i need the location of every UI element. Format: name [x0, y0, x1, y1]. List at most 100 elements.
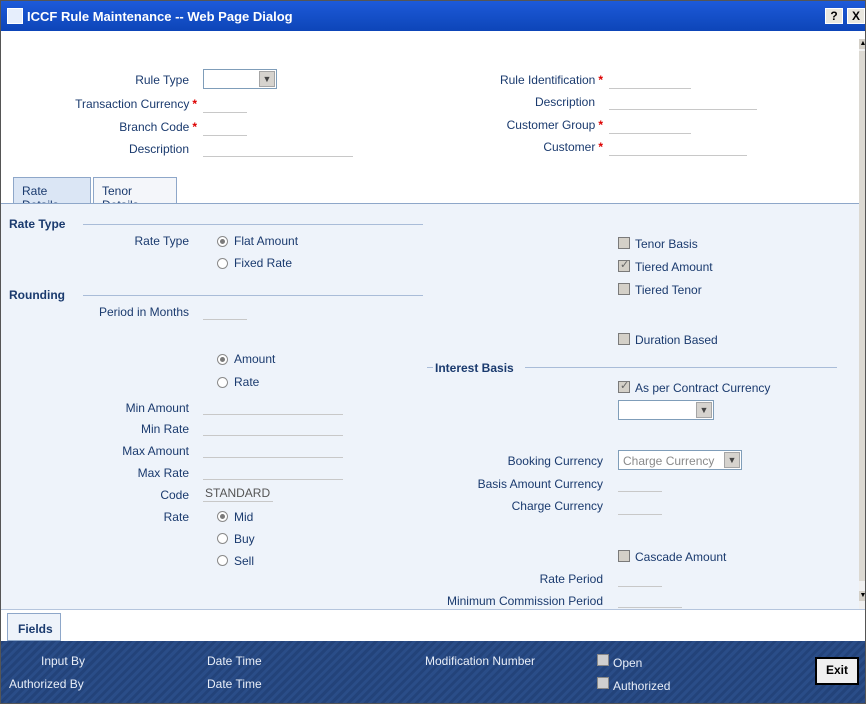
date-time-label: Date Time [207, 654, 262, 668]
scroll-down-arrow-icon[interactable]: ▼ [859, 591, 865, 601]
description2-label: Description [534, 95, 595, 109]
close-button[interactable]: X [847, 8, 865, 24]
as-per-contract-currency-checkbox[interactable] [618, 379, 630, 393]
booking-currency-select[interactable]: Charge Currency ▼ [618, 450, 742, 470]
code-label: Code [160, 488, 189, 502]
dialog-window: ICCF Rule Maintenance -- Web Page Dialog… [0, 0, 866, 704]
branch-code-field[interactable] [203, 118, 247, 136]
transaction-currency-field[interactable] [203, 95, 247, 113]
buy-label: Buy [234, 532, 255, 546]
authorized-label: Authorized [613, 679, 671, 693]
cascade-amount-checkbox[interactable] [618, 550, 630, 562]
tab-bar: Rate Details Tenor Details [1, 177, 859, 212]
help-button[interactable]: ? [825, 8, 843, 24]
basis-amount-currency-field[interactable] [618, 474, 662, 492]
charge-currency-label: Charge Currency [511, 499, 603, 513]
booking-currency-label: Booking Currency [507, 454, 603, 468]
tab-rate-details[interactable]: Rate Details [13, 177, 91, 212]
chevron-down-icon[interactable]: ▼ [696, 402, 712, 418]
open-label: Open [613, 656, 643, 670]
tiered-amount-checkbox[interactable] [618, 258, 630, 272]
rounding-section-title: Rounding [9, 288, 65, 302]
scrollbar-thumb[interactable] [859, 51, 865, 581]
chevron-down-icon[interactable]: ▼ [724, 452, 740, 468]
rate-label: Rate [234, 375, 260, 389]
section-divider [83, 224, 423, 225]
fields-button[interactable]: Fields [7, 613, 61, 641]
section-divider [83, 295, 423, 296]
customer-field[interactable] [609, 138, 747, 156]
window-title: ICCF Rule Maintenance -- Web Page Dialog [27, 9, 293, 24]
fields-bar: Fields [1, 609, 865, 641]
date-time-label: Date Time [207, 677, 262, 691]
tiered-tenor-label: Tiered Tenor [635, 283, 702, 297]
amount-radio[interactable] [217, 354, 228, 365]
tenor-basis-label: Tenor Basis [635, 237, 698, 251]
max-rate-label: Max Rate [137, 466, 189, 480]
period-in-months-field[interactable] [203, 302, 247, 320]
booking-currency-value: Charge Currency [623, 454, 715, 468]
max-rate-field[interactable] [203, 462, 343, 480]
rule-type-label: Rule Type [135, 73, 189, 87]
minimum-commission-period-field[interactable] [618, 590, 682, 608]
as-per-contract-currency-label: As per Contract Currency [635, 381, 771, 395]
ie-page-icon [7, 8, 23, 24]
min-amount-label: Min Amount [125, 401, 189, 415]
basis-amount-currency-label: Basis Amount Currency [477, 477, 603, 491]
title-bar: ICCF Rule Maintenance -- Web Page Dialog… [1, 1, 865, 31]
section-divider [525, 367, 837, 368]
tenor-basis-checkbox[interactable] [618, 237, 630, 249]
transaction-currency-label: Transaction Currency * [75, 97, 197, 111]
tiered-tenor-checkbox[interactable] [618, 283, 630, 295]
rule-identification-label: Rule Identification * [499, 73, 603, 87]
customer-label: Customer * [543, 140, 603, 154]
vertical-scrollbar[interactable]: ▲ ▼ [859, 39, 865, 609]
fixed-rate-radio[interactable] [217, 258, 228, 269]
authorized-by-label: Authorized By [9, 677, 84, 691]
rate-period-field[interactable] [618, 569, 662, 587]
branch-code-label: Branch Code * [119, 120, 197, 134]
mid-radio[interactable] [217, 511, 228, 522]
min-rate-label: Min Rate [140, 422, 189, 436]
code-field[interactable] [203, 484, 273, 502]
rate-radio[interactable] [217, 377, 228, 388]
chevron-down-icon[interactable]: ▼ [259, 71, 275, 87]
duration-based-label: Duration Based [635, 333, 718, 347]
scroll-up-arrow-icon[interactable]: ▲ [859, 39, 865, 49]
min-rate-field[interactable] [203, 418, 343, 436]
input-by-label: Input By [41, 654, 86, 668]
rule-type-select[interactable]: ▼ [203, 69, 277, 89]
min-amount-field[interactable] [203, 397, 343, 415]
period-in-months-label: Period in Months [98, 305, 189, 319]
customer-group-field[interactable] [609, 116, 691, 134]
open-checkbox[interactable] [597, 654, 609, 666]
audit-footer: Input By Authorized By Date Time Date Ti… [1, 641, 865, 703]
section-divider [427, 367, 433, 368]
buy-radio[interactable] [217, 533, 228, 544]
rate-source-label: Rate [163, 510, 189, 524]
interest-basis-select[interactable]: ▼ [618, 400, 714, 420]
cascade-amount-label: Cascade Amount [635, 550, 727, 564]
flat-amount-radio[interactable] [217, 236, 228, 247]
rate-period-label: Rate Period [539, 572, 603, 586]
fixed-rate-label: Fixed Rate [234, 256, 293, 270]
interest-basis-section-title: Interest Basis [435, 361, 514, 375]
amount-label: Amount [234, 352, 276, 366]
max-amount-field[interactable] [203, 440, 343, 458]
sell-radio[interactable] [217, 555, 228, 566]
tiered-amount-label: Tiered Amount [635, 260, 713, 274]
customer-group-label: Customer Group * [506, 118, 603, 132]
tab-tenor-details[interactable]: Tenor Details [93, 177, 177, 212]
description-field[interactable] [203, 139, 353, 157]
description2-field[interactable] [609, 92, 757, 110]
max-amount-label: Max Amount [122, 444, 189, 458]
exit-button[interactable]: Exit [815, 657, 859, 685]
charge-currency-field[interactable] [618, 497, 662, 515]
authorized-checkbox[interactable] [597, 677, 609, 689]
sell-label: Sell [234, 554, 255, 568]
rate-type-section-title: Rate Type [9, 217, 66, 231]
flat-amount-label: Flat Amount [234, 234, 299, 248]
rate-type-label: Rate Type [134, 234, 189, 248]
duration-based-checkbox[interactable] [618, 333, 630, 345]
rule-identification-field[interactable] [609, 71, 691, 89]
